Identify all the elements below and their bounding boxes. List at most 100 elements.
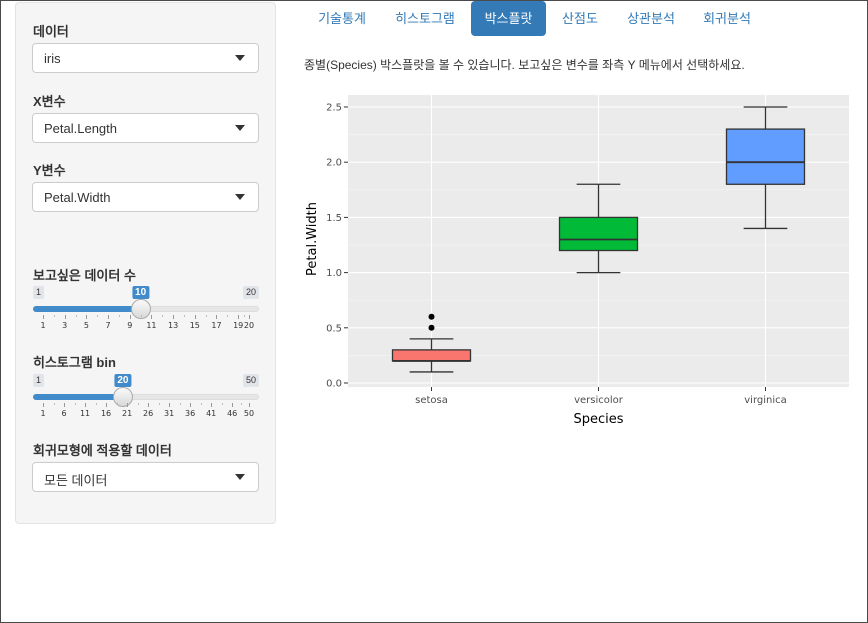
slider-tick-label: 21 [121, 409, 133, 418]
slider-ticks: 1 3 5 7 9 11 13 15 17 19 20 [33, 315, 259, 335]
slider-tick-label: 17 [211, 321, 222, 330]
slider-minor-tick [158, 403, 160, 405]
chevron-down-icon [235, 194, 245, 200]
slider-value-label: 20 [114, 374, 132, 387]
slider-tick-label: 31 [164, 409, 175, 418]
boxplot-chart: 0.0 0.5 1.0 1.5 2.0 2.5 setosa versicolor virgin… [305, 95, 849, 427]
slider-tick-label: 7 [105, 321, 111, 330]
slider-tick-label: 11 [79, 409, 91, 418]
slider-fill [33, 394, 123, 400]
x-tick-label: virginica [744, 395, 787, 406]
slider-minor-tick [140, 315, 142, 317]
slider-minor-tick [53, 315, 55, 317]
data-count-slider[interactable]: 1 20 10 1 3 5 7 9 11 13 15 17 19 20 [33, 286, 259, 346]
y-tick-label: 0.0 [326, 379, 342, 390]
tab-boxplot[interactable]: 박스플랏 [471, 1, 546, 36]
slider-tick [108, 315, 110, 319]
y-variable-select[interactable]: Petal.Width [32, 182, 259, 212]
slider-fill [33, 306, 141, 312]
box-versicolor [558, 216, 639, 252]
slider-tick [129, 315, 131, 319]
tab-scatter[interactable]: 산점도 [550, 1, 610, 36]
slider-tick [127, 403, 129, 407]
tab-regression[interactable]: 회귀분석 [691, 1, 763, 36]
box-outlier [428, 324, 435, 331]
data-label: 데이터 [33, 24, 69, 39]
data-count-label: 보고싶은 데이터 수 [33, 268, 136, 283]
slider-minor-tick [118, 315, 120, 317]
y-tick-label: 2.0 [326, 158, 342, 169]
x-variable-label: X변수 [33, 94, 66, 109]
slider-tick-label: 36 [185, 409, 196, 418]
x-variable-select[interactable]: Petal.Length [32, 113, 259, 143]
slider-tick [238, 315, 240, 319]
y-variable-value: Petal.Width [44, 190, 111, 205]
regression-data-select[interactable]: 모든 데이터 [32, 462, 259, 492]
x-variable-value: Petal.Length [44, 121, 118, 136]
tab-description: 종별(Species) 박스플랏을 볼 수 있습니다. 보고싶은 변수를 좌측 … [304, 58, 745, 72]
slider-tick [64, 315, 66, 319]
slider-tick [173, 315, 175, 319]
slider-tick [148, 403, 150, 407]
slider-tick-label: 9 [127, 321, 133, 330]
slider-tick-label: 16 [100, 409, 112, 418]
slider-tick-label: 13 [168, 321, 179, 330]
slider-tick [169, 403, 171, 407]
slider-minor-tick [179, 403, 181, 405]
slider-minor-tick [75, 315, 77, 317]
slider-tick [232, 403, 234, 407]
y-axis-title: Petal.Width [305, 202, 320, 276]
slider-tick-label: 1 [40, 409, 46, 418]
slider-minor-tick [200, 403, 202, 405]
chevron-down-icon [235, 125, 245, 131]
chevron-down-icon [235, 474, 245, 480]
y-tick-label: 1.0 [326, 268, 342, 279]
histogram-bin-slider[interactable]: 1 50 20 1 6 11 16 21 26 31 36 41 46 50 [33, 374, 259, 434]
tab-histogram[interactable]: 히스토그램 [384, 1, 466, 36]
slider-tick-label: 26 [143, 409, 154, 418]
slider-minor-tick [227, 315, 229, 317]
y-tick-label: 0.5 [326, 323, 342, 334]
slider-tick [211, 403, 213, 407]
x-axis-title: Species [573, 412, 623, 427]
box-virginica [725, 128, 806, 185]
x-tick-label: versicolor [574, 395, 624, 406]
slider-minor-tick [162, 315, 164, 317]
histogram-bin-label: 히스토그램 bin [33, 355, 116, 370]
slider-tick-label: 46 [227, 409, 238, 418]
slider-minor-tick [183, 315, 185, 317]
slider-tick-label: 15 [189, 321, 200, 330]
chevron-down-icon [235, 55, 245, 61]
slider-tick-label: 1 [40, 321, 46, 330]
slider-minor-tick [53, 403, 55, 405]
data-select[interactable]: iris [32, 43, 259, 73]
slider-minor-tick [97, 315, 99, 317]
slider-minor-tick [221, 403, 223, 405]
slider-min-label: 1 [33, 286, 45, 299]
slider-tick-label: 3 [62, 321, 68, 330]
regression-data-label: 회귀모형에 적용할 데이터 [33, 443, 172, 458]
y-variable-label: Y변수 [33, 163, 66, 178]
slider-minor-tick [95, 403, 97, 405]
slider-tick-label: 11 [146, 321, 157, 330]
slider-max-label: 50 [242, 374, 259, 387]
slider-min-label: 1 [33, 374, 45, 387]
slider-max-label: 20 [242, 286, 259, 299]
tab-correlation[interactable]: 상관분석 [615, 1, 687, 36]
tab-descriptive-stats[interactable]: 기술통계 [304, 1, 380, 36]
slider-tick-label: 20 [243, 321, 255, 330]
slider-tick-label: 41 [206, 409, 217, 418]
slider-tick-label: 6 [61, 409, 67, 418]
slider-tick [216, 315, 218, 319]
y-tick-label: 1.5 [326, 213, 342, 224]
sidebar-panel: 데이터 iris X변수 Petal.Length Y변수 Petal.Widt… [15, 2, 276, 524]
x-tick-label: setosa [415, 395, 448, 406]
slider-tick-label: 5 [83, 321, 89, 330]
slider-tick [151, 315, 153, 319]
slider-tick-label: 50 [243, 409, 255, 418]
data-select-value: iris [44, 51, 61, 66]
slider-minor-tick [137, 403, 139, 405]
slider-tick [194, 315, 196, 319]
slider-minor-tick [205, 315, 207, 317]
slider-tick [249, 403, 250, 407]
